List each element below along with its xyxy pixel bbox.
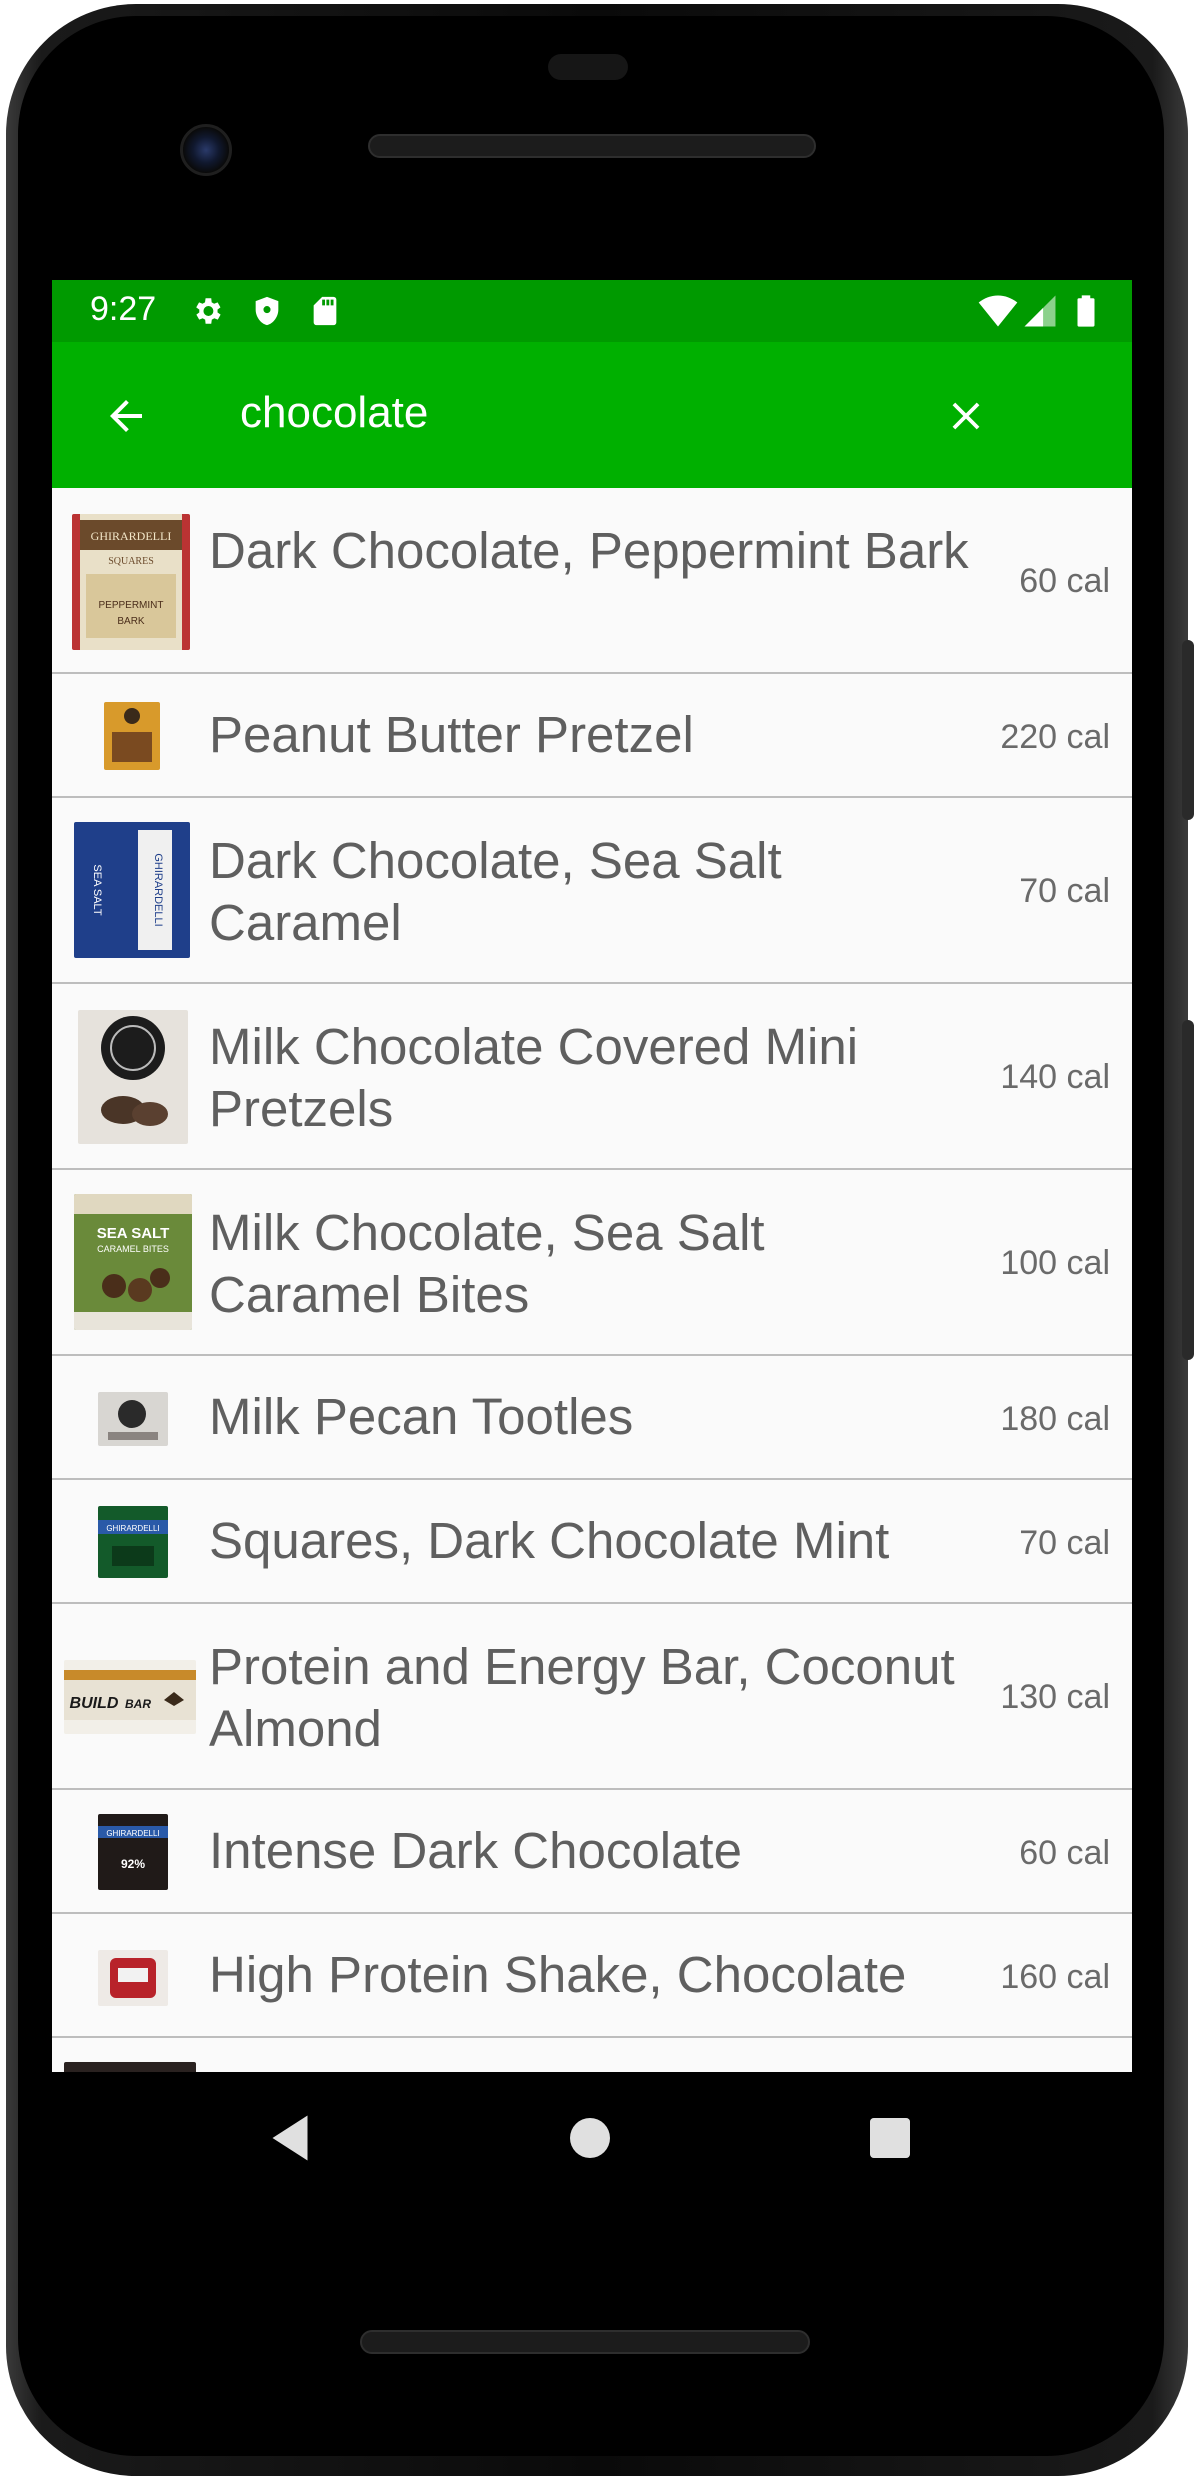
item-calories: 220 cal (1000, 718, 1110, 756)
svg-text:GHIRARDELLI: GHIRARDELLI (91, 529, 172, 543)
item-calories: 70 cal (1019, 1524, 1110, 1562)
item-name: Peanut Butter Pretzel (209, 706, 694, 763)
product-thumbnail (64, 2062, 196, 2072)
item-name: Milk Chocolate, Sea Salt Caramel Bites (209, 1204, 765, 1323)
list-item[interactable]: BUILD BAR Protein and Energy Bar, Coconu… (52, 1604, 1132, 1790)
close-icon (952, 402, 980, 430)
svg-text:GHIRARDELLI: GHIRARDELLI (152, 853, 164, 926)
clear-search-button[interactable] (932, 382, 1000, 450)
svg-text:BARK: BARK (117, 616, 145, 627)
svg-text:GHIRARDELLI: GHIRARDELLI (106, 1829, 159, 1838)
results-list: GHIRARDELLI SQUARES PEPPERMINT BARK Dark… (52, 488, 1132, 2072)
list-item[interactable]: High Protein Shake, Chocolate 160 cal (52, 1914, 1132, 2038)
power-button (1182, 1020, 1194, 1360)
svg-text:BUILD: BUILD (70, 1695, 119, 1712)
product-thumbnail: BUILD BAR (64, 1660, 196, 1734)
item-name: Protein and Energy Bar, Coconut Almond (209, 1638, 955, 1757)
item-calories: 130 cal (1000, 1678, 1110, 1716)
item-name: Milk Chocolate Covered Mini Pretzels (209, 1018, 859, 1137)
app-screen: 9:27 chocolate GHIRARDELLI SQUARES PEPPE… (52, 280, 1132, 2072)
svg-text:SEA SALT: SEA SALT (91, 864, 103, 915)
status-bar: 9:27 (52, 280, 1132, 342)
list-item[interactable]: Milk Chocolate Covered Mini Pretzels 140… (52, 984, 1132, 1170)
svg-text:GHIRARDELLI: GHIRARDELLI (106, 1524, 159, 1533)
back-button[interactable] (92, 382, 160, 450)
item-calories: 140 cal (1000, 1058, 1110, 1096)
list-item-partial[interactable] (52, 2038, 1132, 2072)
settings-icon (196, 298, 221, 324)
list-item[interactable]: GHIRARDELLI 92% Intense Dark Chocolate 6… (52, 1790, 1132, 1914)
list-item[interactable]: GHIRARDELLI SQUARES PEPPERMINT BARK Dark… (52, 488, 1132, 674)
square-recents-icon[interactable] (860, 2108, 920, 2168)
item-name: Squares, Dark Chocolate Mint (209, 1512, 890, 1569)
bottom-speaker (360, 2330, 810, 2354)
product-thumbnail: GHIRARDELLI SQUARES PEPPERMINT BARK (72, 514, 190, 650)
status-time: 9:27 (90, 290, 157, 328)
volume-button (1182, 640, 1194, 820)
product-thumbnail (78, 1010, 188, 1144)
item-calories: 60 cal (1019, 562, 1110, 600)
sd-card-icon (313, 296, 337, 326)
list-item[interactable]: GHIRARDELLI SEA SALT Dark Chocolate, Sea… (52, 798, 1132, 984)
item-calories: 60 cal (1019, 1834, 1110, 1872)
item-calories: 100 cal (1000, 1244, 1110, 1282)
product-thumbnail: GHIRARDELLI 92% (98, 1814, 168, 1890)
svg-text:PEPPERMINT: PEPPERMINT (98, 600, 163, 611)
shield-icon (255, 296, 279, 326)
svg-text:CARAMEL BITES: CARAMEL BITES (97, 1244, 169, 1254)
product-thumbnail (98, 1392, 168, 1446)
arrow-left-icon (110, 400, 142, 432)
svg-text:SQUARES: SQUARES (108, 556, 154, 567)
signal-icon (1024, 295, 1056, 327)
item-calories: 70 cal (1019, 872, 1110, 910)
list-item[interactable]: Peanut Butter Pretzel 220 cal (52, 674, 1132, 798)
front-camera-icon (180, 124, 232, 176)
phone-device: 9:27 chocolate GHIRARDELLI SQUARES PEPPE… (0, 0, 1194, 2480)
product-thumbnail: SEA SALT CARAMEL BITES (74, 1194, 192, 1330)
battery-icon (1077, 295, 1095, 327)
circle-home-icon[interactable] (560, 2108, 620, 2168)
item-name: Intense Dark Chocolate (209, 1822, 742, 1879)
item-name: Milk Pecan Tootles (209, 1388, 634, 1445)
wifi-icon (978, 295, 1018, 327)
list-item[interactable]: GHIRARDELLI Squares, Dark Chocolate Mint… (52, 1480, 1132, 1604)
item-calories: 160 cal (1000, 1958, 1110, 1996)
product-thumbnail: GHIRARDELLI SEA SALT (74, 822, 190, 958)
product-thumbnail (98, 1950, 168, 2006)
product-thumbnail: GHIRARDELLI (98, 1506, 168, 1578)
list-item[interactable]: SEA SALT CARAMEL BITES Milk Chocolate, S… (52, 1170, 1132, 1356)
item-name: Dark Chocolate, Sea Salt Caramel (209, 832, 782, 951)
svg-text:SEA SALT: SEA SALT (97, 1225, 170, 1242)
search-input[interactable] (240, 388, 920, 438)
navigation-bar (52, 2072, 1132, 2202)
svg-text:92%: 92% (121, 1857, 145, 1871)
item-name: High Protein Shake, Chocolate (209, 1946, 907, 2003)
earpiece-speaker (368, 134, 816, 158)
top-sensor (548, 54, 628, 80)
item-calories: 180 cal (1000, 1400, 1110, 1438)
triangle-back-icon[interactable] (260, 2108, 320, 2168)
item-name: Dark Chocolate, Peppermint Bark (209, 522, 969, 579)
search-app-bar (52, 342, 1132, 488)
product-thumbnail (104, 702, 160, 770)
list-item[interactable]: Milk Pecan Tootles 180 cal (52, 1356, 1132, 1480)
svg-text:BAR: BAR (125, 1697, 151, 1711)
